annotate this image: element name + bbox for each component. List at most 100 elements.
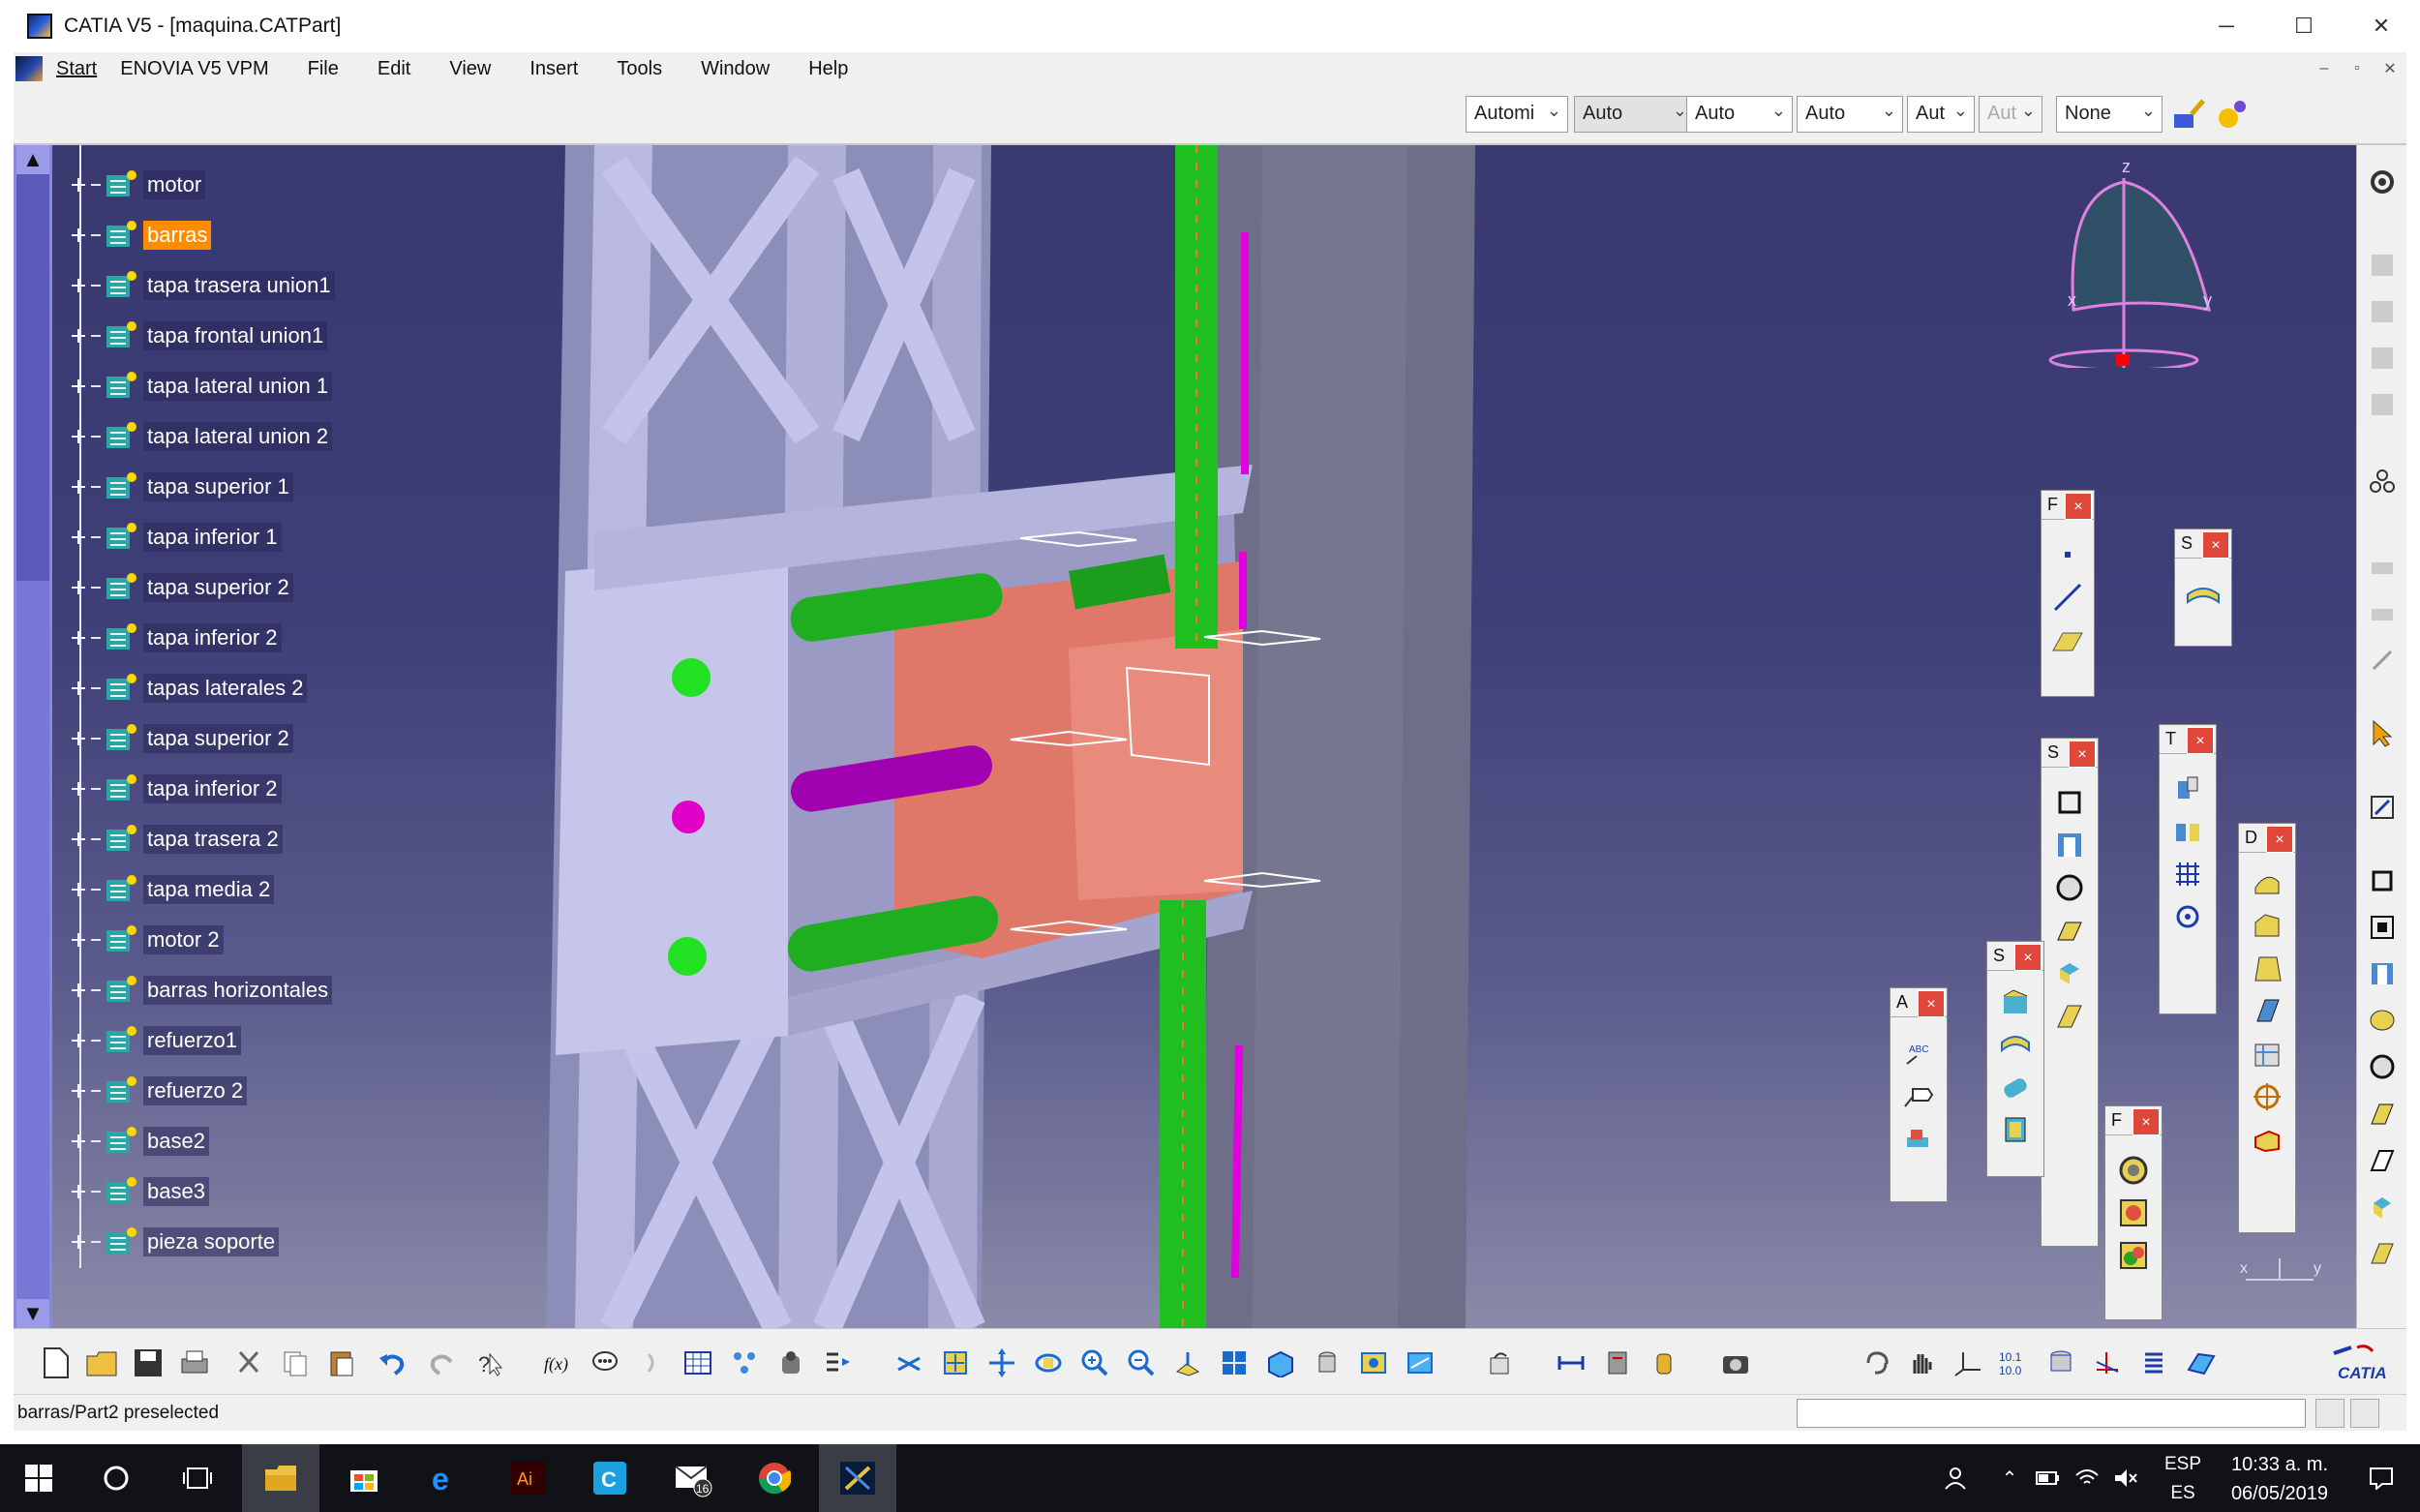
- sketch-based-features-toolbar[interactable]: S ×: [2041, 738, 2099, 1247]
- ordered-set-icon[interactable]: [2365, 341, 2400, 376]
- toolbar-header[interactable]: F ×: [2105, 1106, 2162, 1135]
- text-with-leader-icon[interactable]: ABC: [1899, 1031, 1938, 1074]
- remove-face-icon[interactable]: [2248, 1118, 2286, 1161]
- annotations-toolbar[interactable]: A × ABC: [1890, 987, 1948, 1202]
- layer-combo[interactable]: None ⌄: [2056, 96, 2163, 133]
- shading-icon[interactable]: [1307, 1343, 1347, 1383]
- expand-icon[interactable]: [66, 374, 91, 399]
- rib-tool-icon[interactable]: [2365, 1096, 2400, 1131]
- file-explorer-icon[interactable]: [242, 1444, 319, 1512]
- surfaces-toolbar[interactable]: S ×: [2174, 529, 2232, 647]
- compass-icon[interactable]: [2027, 155, 2221, 368]
- catia-taskbar-icon[interactable]: [819, 1444, 896, 1512]
- task-view-icon[interactable]: [159, 1444, 236, 1512]
- hide-show-icon[interactable]: [1353, 1343, 1394, 1383]
- expand-icon[interactable]: [66, 273, 91, 298]
- groove-tool-icon[interactable]: [2365, 1049, 2400, 1084]
- chamfer-icon[interactable]: [2248, 905, 2286, 948]
- battery-icon[interactable]: [2031, 1444, 2066, 1512]
- toolbar-header[interactable]: T ×: [2160, 725, 2216, 754]
- toolbar-header[interactable]: F ×: [2042, 491, 2094, 520]
- expand-icon[interactable]: [66, 877, 91, 902]
- measure-inertia-icon[interactable]: [1644, 1343, 1684, 1383]
- paste-icon[interactable]: [321, 1343, 362, 1383]
- list-icon[interactable]: [2133, 1343, 2174, 1383]
- expand-icon[interactable]: [66, 474, 91, 499]
- tree-item[interactable]: tapa superior 2: [66, 571, 293, 604]
- pocket-icon[interactable]: [2050, 824, 2089, 866]
- doc-close-button[interactable]: ✕: [2374, 52, 2406, 85]
- status-button-2[interactable]: [2350, 1399, 2379, 1428]
- volume-muted-icon[interactable]: [2108, 1444, 2143, 1512]
- c-app-icon[interactable]: C: [571, 1444, 649, 1512]
- workbench-settings-icon[interactable]: [2365, 165, 2400, 199]
- measure-item-icon[interactable]: [1597, 1343, 1638, 1383]
- shell-icon[interactable]: [2248, 990, 2286, 1033]
- close-icon[interactable]: ×: [1918, 990, 1945, 1017]
- expand-icon[interactable]: [66, 927, 91, 953]
- reorder-icon[interactable]: [817, 1343, 858, 1383]
- tree-item[interactable]: tapa lateral union 2: [66, 420, 333, 453]
- title-bar[interactable]: CATIA V5 - [maquina.CATPart] ─ ☐ ✕: [0, 0, 2420, 52]
- close-icon[interactable]: ×: [2133, 1108, 2160, 1135]
- menu-file[interactable]: File: [288, 58, 358, 80]
- scroll-down-icon[interactable]: ▼: [16, 1299, 49, 1328]
- expand-icon[interactable]: [66, 424, 91, 449]
- people-icon[interactable]: [1934, 1444, 1977, 1512]
- expand-icon[interactable]: [66, 1078, 91, 1104]
- menu-enovia[interactable]: ENOVIA V5 VPM: [114, 58, 287, 80]
- menu-insert[interactable]: Insert: [510, 58, 597, 80]
- point-icon[interactable]: [2048, 533, 2087, 576]
- rotate-icon[interactable]: [1028, 1343, 1069, 1383]
- cut-icon[interactable]: [228, 1343, 269, 1383]
- close-icon[interactable]: ×: [2069, 741, 2096, 768]
- swap-visible-space-icon[interactable]: [1400, 1343, 1440, 1383]
- rules-icon[interactable]: [631, 1343, 672, 1383]
- undo-icon[interactable]: [372, 1343, 412, 1383]
- translation-icon[interactable]: [2168, 768, 2207, 810]
- 3d-viewport[interactable]: z x y x y ▲ ▼ motor barras tapa trasera …: [14, 145, 2356, 1328]
- multi-view-icon[interactable]: [1214, 1343, 1255, 1383]
- tree-item[interactable]: tapas laterales 2: [66, 672, 308, 705]
- graphic-properties-icon[interactable]: [2213, 95, 2252, 134]
- maximize-button[interactable]: ☐: [2265, 0, 2343, 52]
- pocket-tool-icon[interactable]: [2365, 910, 2400, 945]
- stiffener-tool-icon[interactable]: [2365, 1189, 2400, 1224]
- tree-item[interactable]: tapa trasera union1: [66, 269, 335, 302]
- menu-view[interactable]: View: [430, 58, 510, 80]
- new-icon[interactable]: [35, 1343, 76, 1383]
- redo-icon[interactable]: [422, 1343, 463, 1383]
- groove-icon[interactable]: [2050, 909, 2089, 952]
- menu-help[interactable]: Help: [789, 58, 867, 80]
- expand-icon[interactable]: [66, 1028, 91, 1053]
- print-icon[interactable]: [174, 1343, 215, 1383]
- mirror-icon[interactable]: [2168, 810, 2207, 853]
- tree-item[interactable]: tapa frontal union1: [66, 319, 328, 352]
- surface-based-features-toolbar[interactable]: S ×: [1986, 941, 2044, 1177]
- point-symbol-combo[interactable]: Aut ⌄: [1907, 96, 1975, 133]
- expand-icon[interactable]: [66, 1229, 91, 1255]
- close-icon[interactable]: ×: [2014, 944, 2042, 971]
- expand-icon[interactable]: [66, 676, 91, 701]
- tree-scrollbar[interactable]: ▲ ▼: [14, 145, 52, 1328]
- toolbar-header[interactable]: A ×: [1891, 988, 1947, 1017]
- tree-item[interactable]: tapa lateral union 1: [66, 370, 333, 403]
- expand-icon[interactable]: [66, 172, 91, 197]
- cortana-search-icon[interactable]: [77, 1444, 155, 1512]
- slot-tool-icon[interactable]: [2365, 1142, 2400, 1177]
- formula-icon[interactable]: f(x): [538, 1343, 579, 1383]
- geometrical-set-icon[interactable]: [2365, 387, 2400, 422]
- scroll-thumb[interactable]: [16, 174, 49, 581]
- close-icon[interactable]: ×: [2266, 826, 2293, 853]
- instantiate-icon[interactable]: [771, 1343, 811, 1383]
- dress-up-features-toolbar[interactable]: D ×: [2238, 823, 2296, 1233]
- transparency-combo[interactable]: Auto ⌄: [1574, 96, 1694, 133]
- tree-item[interactable]: refuerzo 2: [66, 1074, 248, 1107]
- expand-icon[interactable]: [66, 575, 91, 600]
- grab-hand-icon[interactable]: [1901, 1343, 1942, 1383]
- insert-body-icon[interactable]: [2365, 294, 2400, 329]
- close-icon[interactable]: ×: [2065, 493, 2092, 520]
- expand-icon[interactable]: [66, 726, 91, 751]
- coordinates-icon[interactable]: [2087, 1343, 2128, 1383]
- multi-section-tool-icon[interactable]: [2365, 1235, 2400, 1270]
